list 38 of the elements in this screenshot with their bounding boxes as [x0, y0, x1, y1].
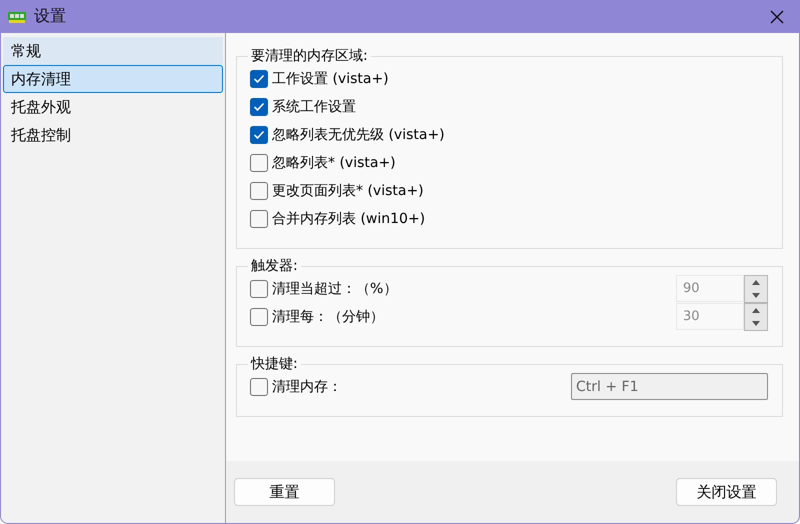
checkbox-label[interactable]: 忽略列表* (vista+): [250, 154, 396, 172]
checkmark-icon: [253, 102, 265, 112]
checkbox-label[interactable]: 清理当超过：（%）: [250, 280, 398, 298]
memory-chip-icon: [8, 10, 26, 22]
up-arrow-icon: [752, 280, 760, 284]
up-arrow-icon: [752, 308, 760, 312]
group-title: 触发器:: [250, 257, 299, 275]
group-title: 快捷键:: [250, 355, 299, 373]
checkbox[interactable]: [250, 210, 268, 228]
close-settings-button[interactable]: 关闭设置: [676, 478, 777, 506]
checkbox[interactable]: [250, 308, 268, 326]
checkbox-label[interactable]: 忽略列表无优先级 (vista+): [250, 126, 445, 144]
checkbox[interactable]: [250, 182, 268, 200]
checkbox-label[interactable]: 清理每：（分钟）: [250, 308, 384, 326]
checkmark-icon: [253, 74, 265, 84]
checkbox-label[interactable]: 合并内存列表 (win10+): [250, 210, 426, 228]
sidebar-item[interactable]: 常规: [3, 37, 223, 65]
sidebar-item[interactable]: 托盘控制: [3, 121, 223, 149]
checkmark-icon: [253, 130, 265, 140]
checkbox[interactable]: [250, 70, 268, 88]
checkbox[interactable]: [250, 98, 268, 116]
hotkey-field[interactable]: Ctrl + F1: [571, 373, 768, 400]
reset-button[interactable]: 重置: [234, 478, 335, 506]
down-arrow-icon: [752, 320, 760, 326]
sidebar-item[interactable]: 托盘外观: [3, 93, 223, 121]
checkbox-label[interactable]: 更改页面列表* (vista+): [250, 182, 424, 200]
window-title: 设置: [34, 6, 67, 27]
checkbox[interactable]: [250, 126, 268, 144]
checkbox[interactable]: [250, 154, 268, 172]
group-title: 要清理的内存区域:: [250, 47, 369, 65]
down-arrow-icon: [752, 292, 760, 298]
checkbox[interactable]: [250, 280, 268, 298]
sidebar-item[interactable]: 内存清理: [3, 65, 223, 93]
checkbox-label[interactable]: 系统工作设置: [250, 98, 356, 116]
close-icon: [770, 10, 784, 24]
checkbox-label[interactable]: 工作设置 (vista+): [250, 70, 389, 88]
checkbox[interactable]: [250, 378, 268, 396]
checkbox-label[interactable]: 清理内存：: [250, 378, 342, 396]
